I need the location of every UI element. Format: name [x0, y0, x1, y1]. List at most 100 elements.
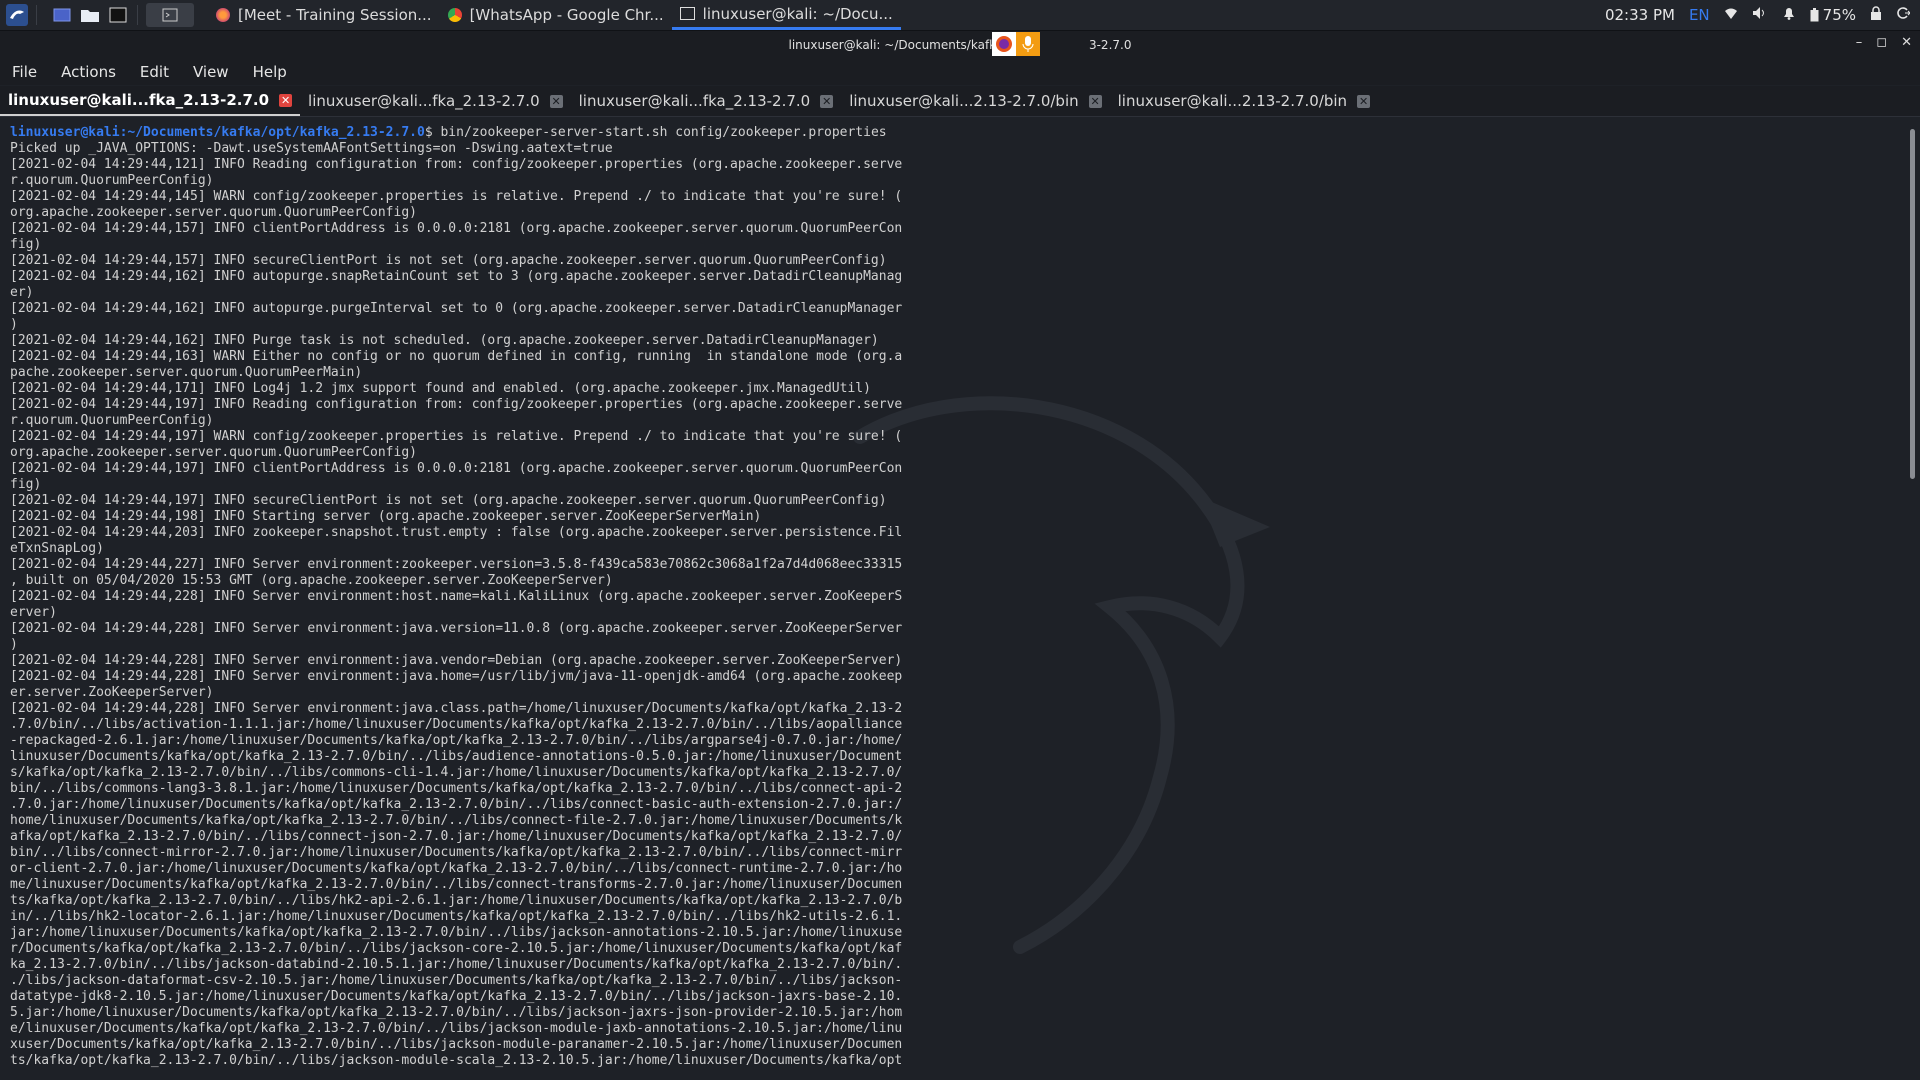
minimize-button[interactable]: –	[1856, 35, 1863, 50]
file-manager-icon[interactable]	[79, 4, 101, 26]
terminal-tab-3[interactable]: linuxuser@kali...fka_2.13-2.7.0 ✕	[571, 86, 842, 116]
task-label: [Meet - Training Session...	[238, 6, 432, 24]
chrome-icon	[447, 8, 462, 22]
menu-file[interactable]: File	[0, 63, 49, 81]
window-title-suffix: 3-2.7.0	[1088, 38, 1132, 52]
log-line: fig)	[10, 477, 42, 492]
lock-icon[interactable]	[1870, 6, 1882, 24]
tab-label: linuxuser@kali...2.13-2.7.0/bin	[849, 92, 1079, 110]
show-desktop-icon[interactable]	[51, 4, 73, 26]
tab-close-icon[interactable]: ✕	[1088, 94, 1102, 108]
tab-label: linuxuser@kali...fka_2.13-2.7.0	[8, 91, 270, 109]
tab-close-icon[interactable]: ✕	[279, 93, 293, 107]
terminal-tab-bar: linuxuser@kali...fka_2.13-2.7.0 ✕ linuxu…	[0, 86, 1920, 117]
terminal-icon	[679, 7, 695, 20]
log-line: pache.zookeeper.server.quorum.QuorumPeer…	[10, 365, 363, 380]
menu-edit[interactable]: Edit	[128, 63, 181, 81]
system-tray: 02:33 PM EN 75%	[1605, 6, 1920, 24]
menu-view[interactable]: View	[181, 63, 241, 81]
log-line: or-client-2.7.0.jar:/home/linuxuser/Docu…	[10, 861, 903, 876]
log-line: ka_2.13-2.7.0/bin/../libs/jackson-databi…	[10, 957, 903, 972]
log-line: bin/../libs/commons-lang3-3.8.1.jar:/hom…	[10, 781, 903, 796]
scrollbar-thumb[interactable]	[1910, 129, 1915, 479]
log-line: [2021-02-04 14:29:44,162] INFO autopurge…	[10, 301, 903, 316]
log-line: ./libs/jackson-dataformat-csv-2.10.5.jar…	[10, 973, 903, 988]
log-line: erver)	[10, 605, 57, 620]
screen-share-indicator	[992, 32, 1040, 56]
log-line: jar:/home/linuxuser/Documents/kafka/opt/…	[10, 925, 903, 940]
log-line: xuser/Documents/kafka/opt/kafka_2.13-2.7…	[10, 1037, 903, 1052]
log-line: [2021-02-04 14:29:44,145] WARN config/zo…	[10, 189, 903, 204]
taskbar-item-meet[interactable]: [Meet - Training Session...	[208, 0, 440, 30]
firefox-icon	[216, 8, 230, 22]
maximize-button[interactable]: ◻	[1876, 35, 1887, 50]
taskbar-item-whatsapp[interactable]: [WhatsApp - Google Chr...	[440, 0, 672, 30]
log-line: r.quorum.QuorumPeerConfig)	[10, 413, 214, 428]
log-line: [2021-02-04 14:29:44,228] INFO Server en…	[10, 653, 903, 668]
log-line: eTxnSnapLog)	[10, 541, 104, 556]
kali-menu-icon[interactable]	[6, 4, 28, 26]
terminal-launcher-icon[interactable]	[107, 4, 129, 26]
panel-separator	[137, 5, 138, 25]
tab-close-icon[interactable]: ✕	[549, 94, 563, 108]
keyboard-layout[interactable]: EN	[1689, 6, 1710, 24]
command-line: $ bin/zookeeper-server-start.sh config/z…	[424, 125, 887, 140]
terminal-log-lines: Picked up _JAVA_OPTIONS: -Dawt.useSystem…	[10, 141, 902, 1068]
log-line: s/kafka/opt/kafka_2.13-2.7.0/bin/../libs…	[10, 765, 903, 780]
close-window-button[interactable]: ✕	[1901, 35, 1912, 50]
log-line: [2021-02-04 14:29:44,121] INFO Reading c…	[10, 157, 903, 172]
terminal-output-area[interactable]: linuxuser@kali:~/Documents/kafka/opt/kaf…	[0, 117, 1905, 1080]
menu-actions[interactable]: Actions	[49, 63, 128, 81]
log-line: org.apache.zookeeper.server.quorum.Quoru…	[10, 445, 417, 460]
log-line: [2021-02-04 14:29:44,197] INFO Reading c…	[10, 397, 903, 412]
log-line: ts/kafka/opt/kafka_2.13-2.7.0/bin/../lib…	[10, 893, 903, 908]
microphone-sharing-icon[interactable]	[1016, 32, 1040, 56]
window-titlebar[interactable]: linuxuser@kali: ~/Documents/kafka/opt 3-…	[0, 31, 1920, 59]
volume-icon[interactable]	[1752, 6, 1768, 24]
log-line: [2021-02-04 14:29:44,198] INFO Starting …	[10, 509, 762, 524]
prompt-path: :~/Documents/kafka/opt/kafka_2.13-2.7.0	[119, 125, 425, 140]
tab-close-icon[interactable]: ✕	[1357, 94, 1371, 108]
terminal-tab-2[interactable]: linuxuser@kali...fka_2.13-2.7.0 ✕	[300, 86, 571, 116]
log-line: [2021-02-04 14:29:44,162] INFO Purge tas…	[10, 333, 879, 348]
log-line: me/linuxuser/Documents/kafka/opt/kafka_2…	[10, 877, 903, 892]
log-line: 5.jar:/home/linuxuser/Documents/kafka/op…	[10, 1005, 903, 1020]
clock[interactable]: 02:33 PM	[1605, 6, 1675, 24]
terminal-text: linuxuser@kali:~/Documents/kafka/opt/kaf…	[10, 125, 902, 1069]
terminal-scrollbar[interactable]	[1905, 117, 1920, 1080]
tab-close-icon[interactable]: ✕	[820, 94, 834, 108]
log-line: er.server.ZooKeeperServer)	[10, 685, 214, 700]
log-line: org.apache.zookeeper.server.quorum.Quoru…	[10, 205, 417, 220]
log-line: , built on 05/04/2020 15:53 GMT (org.apa…	[10, 573, 613, 588]
log-line: [2021-02-04 14:29:44,197] WARN config/zo…	[10, 429, 903, 444]
log-line: [2021-02-04 14:29:44,197] INFO secureCli…	[10, 493, 887, 508]
log-line: )	[10, 637, 18, 652]
log-line: [2021-02-04 14:29:44,162] INFO autopurge…	[10, 269, 903, 284]
battery-icon	[1810, 8, 1819, 22]
log-line: [2021-02-04 14:29:44,228] INFO Server en…	[10, 701, 903, 716]
log-line: [2021-02-04 14:29:44,163] WARN Either no…	[10, 349, 903, 364]
taskbar-item-terminal[interactable]: linuxuser@kali: ~/Docu...	[671, 0, 901, 30]
log-line: fig)	[10, 237, 42, 252]
log-line: afka/opt/kafka_2.13-2.7.0/bin/../libs/co…	[10, 829, 903, 844]
task-label: [WhatsApp - Google Chr...	[469, 6, 664, 24]
terminal-tab-4[interactable]: linuxuser@kali...2.13-2.7.0/bin ✕	[841, 86, 1109, 116]
log-line: .7.0.jar:/home/linuxuser/Documents/kafka…	[10, 797, 903, 812]
wifi-icon[interactable]	[1724, 6, 1738, 24]
log-line: [2021-02-04 14:29:44,228] INFO Server en…	[10, 621, 903, 636]
battery-indicator[interactable]: 75%	[1810, 6, 1856, 24]
notifications-icon[interactable]	[1782, 6, 1796, 24]
logout-icon[interactable]	[1896, 6, 1911, 24]
log-line: [2021-02-04 14:29:44,203] INFO zookeeper…	[10, 525, 903, 540]
tab-label: linuxuser@kali...2.13-2.7.0/bin	[1117, 92, 1348, 110]
terminal-tab-5[interactable]: linuxuser@kali...2.13-2.7.0/bin ✕	[1110, 86, 1378, 116]
log-line: bin/../libs/connect-mirror-2.7.0.jar:/ho…	[10, 845, 903, 860]
workspace-switcher-icon[interactable]	[146, 3, 194, 27]
tab-label: linuxuser@kali...fka_2.13-2.7.0	[578, 92, 811, 110]
terminal-tab-1[interactable]: linuxuser@kali...fka_2.13-2.7.0 ✕	[0, 86, 301, 116]
firefox-sharing-icon[interactable]	[992, 32, 1016, 56]
log-line: r.quorum.QuorumPeerConfig)	[10, 173, 214, 188]
log-line: in/../libs/hk2-locator-2.6.1.jar:/home/l…	[10, 909, 903, 924]
menu-help[interactable]: Help	[241, 63, 299, 81]
log-line: datatype-jdk8-2.10.5.jar:/home/linuxuser…	[10, 989, 903, 1004]
